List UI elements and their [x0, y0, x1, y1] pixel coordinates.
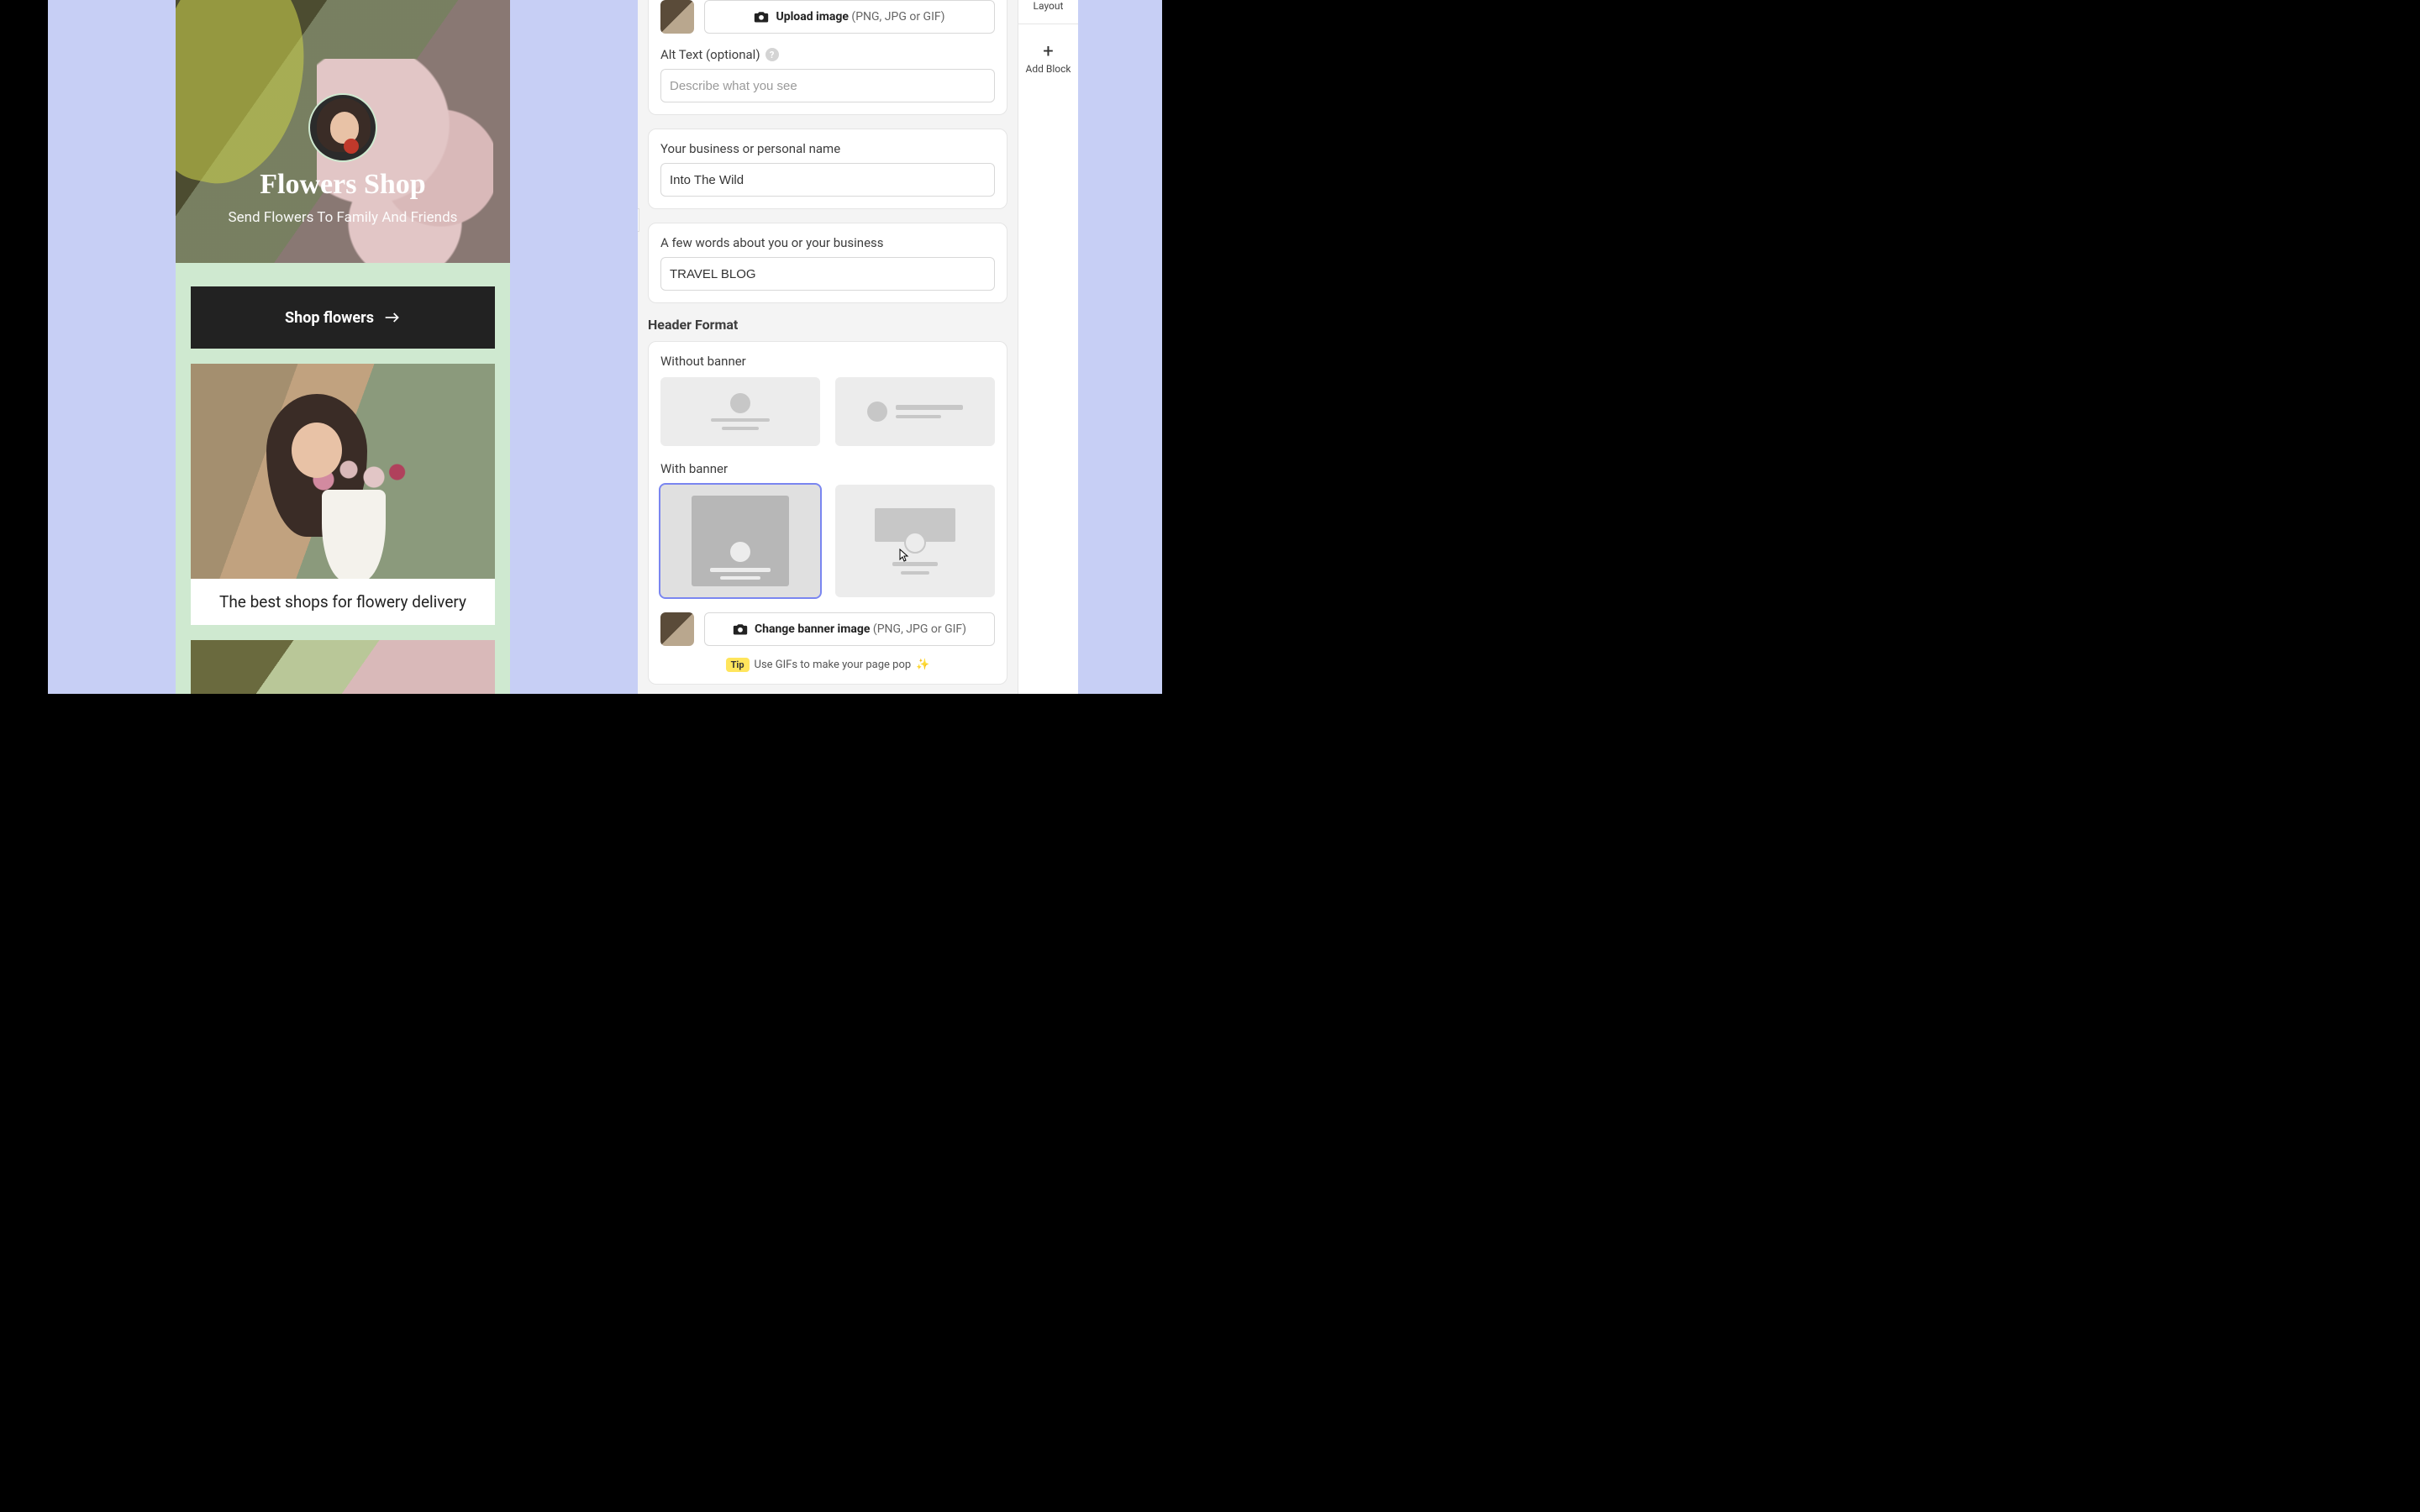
with-banner-label: With banner	[660, 461, 995, 476]
preview-canvas: Flowers Shop Send Flowers To Family And …	[48, 0, 638, 694]
upload-image-label-bold: Upload image	[776, 10, 848, 24]
card-image	[191, 364, 495, 579]
about-input[interactable]	[660, 257, 995, 291]
help-icon[interactable]: ?	[765, 48, 779, 61]
change-banner-label-bold: Change banner image	[755, 622, 871, 636]
change-banner-label-hint: (PNG, JPG or GIF)	[870, 622, 966, 636]
alt-text-label: Alt Text (optional) ?	[660, 47, 995, 62]
image-panel: Upload image (PNG, JPG or GIF) Alt Text …	[648, 0, 1007, 115]
rail-layout-button[interactable]: Layout	[1018, 0, 1078, 24]
upload-image-button[interactable]: Upload image (PNG, JPG or GIF)	[704, 0, 995, 34]
tip-badge: Tip	[726, 658, 750, 672]
hero-subtitle: Send Flowers To Family And Friends	[229, 209, 458, 226]
business-name-panel: Your business or personal name	[648, 129, 1007, 209]
camera-icon	[754, 10, 769, 24]
avatar	[308, 93, 377, 162]
preview-card-2[interactable]	[191, 640, 495, 694]
alt-text-input[interactable]	[660, 69, 995, 102]
card-caption: The best shops for flowery delivery	[191, 579, 495, 625]
change-banner-image-button[interactable]: Change banner image (PNG, JPG or GIF)	[704, 612, 995, 646]
header-layout-centered-no-banner[interactable]	[660, 377, 820, 446]
preview-device: Flowers Shop Send Flowers To Family And …	[176, 0, 510, 694]
plus-icon: +	[1020, 43, 1076, 61]
right-rail: Layout + Add Block	[1018, 0, 1078, 694]
hero-title: Flowers Shop	[260, 169, 425, 201]
sparkle-icon: ✨	[916, 659, 929, 671]
business-name-label: Your business or personal name	[660, 141, 995, 156]
collapse-panel-toggle[interactable]: ▸	[638, 208, 639, 232]
about-panel: A few words about you or your business	[648, 223, 1007, 303]
shop-button-label: Shop flowers	[285, 309, 374, 327]
rail-add-block-label: Add Block	[1020, 63, 1076, 75]
rail-layout-label: Layout	[1020, 0, 1076, 12]
without-banner-label: Without banner	[660, 354, 995, 369]
header-layout-full-banner[interactable]	[660, 485, 820, 597]
shop-flowers-button[interactable]: Shop flowers	[191, 286, 495, 349]
about-label: A few words about you or your business	[660, 235, 995, 250]
preview-hero: Flowers Shop Send Flowers To Family And …	[176, 0, 510, 263]
image-thumbnail[interactable]	[660, 0, 694, 34]
header-format-title: Header Format	[648, 317, 1007, 333]
header-layout-small-banner[interactable]	[835, 485, 995, 597]
header-format-panel: Without banner With banner	[648, 341, 1007, 685]
rail-add-block-button[interactable]: + Add Block	[1018, 24, 1078, 87]
card-2-image	[191, 640, 495, 694]
arrow-right-icon	[384, 311, 401, 324]
upload-image-label-hint: (PNG, JPG or GIF)	[849, 10, 945, 24]
header-layout-left-no-banner[interactable]	[835, 377, 995, 446]
settings-panel: ▸ Upload image (PNG, JPG or GIF) Alt Tex…	[638, 0, 1018, 694]
tip-text: Use GIFs to make your page pop	[755, 659, 912, 671]
preview-card[interactable]: The best shops for flowery delivery	[191, 364, 495, 625]
business-name-input[interactable]	[660, 163, 995, 197]
tip-row: Tip Use GIFs to make your page pop ✨	[660, 658, 995, 672]
camera-icon	[733, 622, 748, 636]
banner-thumbnail[interactable]	[660, 612, 694, 646]
